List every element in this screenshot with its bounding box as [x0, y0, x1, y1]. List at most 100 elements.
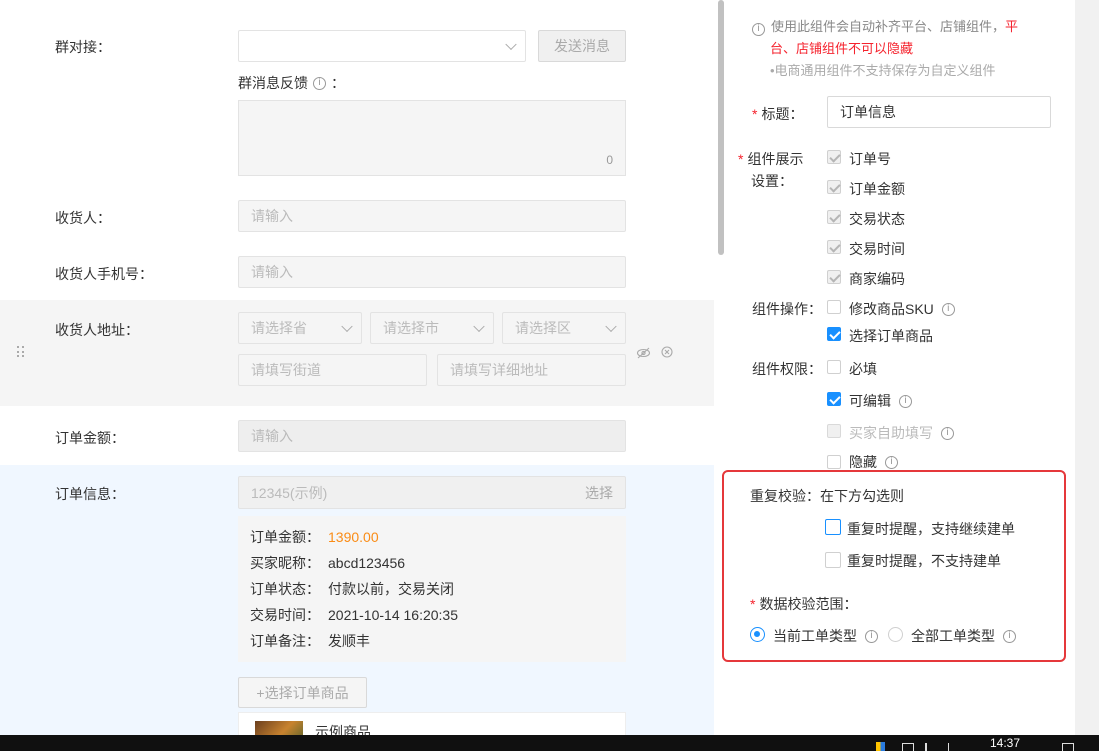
buyer-self-fill-label: 买家自助填写 i	[849, 423, 954, 443]
display-order-amount-label: 订单金额	[849, 181, 905, 197]
display-order-no-checkbox[interactable]	[827, 150, 841, 164]
eye-off-icon[interactable]	[636, 346, 651, 360]
dup-block-checkbox[interactable]	[825, 552, 841, 568]
detail-key: 订单状态：	[250, 581, 320, 597]
display-merchant-code-label: 商家编码	[849, 271, 905, 287]
goods-item: 示例商品	[238, 712, 626, 735]
scope-current-text: 当前工单类型	[773, 628, 857, 644]
display-trade-status-checkbox[interactable]	[827, 210, 841, 224]
scope-label: * 数据校验范围：	[750, 594, 857, 614]
select-order-goods-button[interactable]: +选择订单商品	[238, 677, 367, 708]
hidden-label: 隐藏 i	[849, 455, 898, 469]
select-order-goods-label: 选择订单商品	[849, 328, 933, 344]
scope-current-label: 当前工单类型 i	[773, 626, 878, 646]
chevron-down-icon	[505, 38, 517, 51]
scope-all-label: 全部工单类型 i	[911, 626, 1016, 646]
title-label: * 标题：	[752, 104, 803, 124]
info-icon[interactable]: i	[885, 455, 898, 469]
group-feedback-text: 群消息反馈	[238, 75, 308, 91]
receiver-input[interactable]: 请输入	[238, 200, 626, 232]
display-label-text-1: 组件展示	[747, 151, 804, 167]
send-message-button[interactable]: 发送消息	[538, 30, 626, 62]
order-detail-row: 交易时间： 2021-10-14 16:20:35	[250, 602, 458, 628]
group-feedback-textarea[interactable]: 0	[238, 100, 626, 176]
clock-time[interactable]: 14:37	[990, 736, 1020, 750]
order-select-link[interactable]: 选择	[585, 483, 613, 503]
windows-logo-icon[interactable]	[876, 742, 885, 751]
drag-handle-icon[interactable]	[17, 346, 25, 358]
goods-thumbnail	[255, 721, 303, 735]
detail-value: 2021-10-14 16:20:35	[328, 607, 458, 623]
detail-key: 买家昵称：	[250, 555, 320, 571]
dup-hint: 在下方勾选则	[820, 488, 904, 504]
dup-allow-checkbox[interactable]	[825, 519, 841, 535]
province-select[interactable]: 请选择省	[238, 312, 362, 344]
info-icon[interactable]: i	[941, 302, 955, 316]
hidden-checkbox[interactable]	[827, 455, 841, 469]
form-scrollbar[interactable]	[718, 0, 724, 255]
receiver-phone-input[interactable]: 请输入	[238, 256, 626, 288]
group-feedback-label: 群消息反馈 i ：	[238, 73, 345, 93]
order-amount-input[interactable]: 请输入	[238, 420, 626, 452]
display-order-no-label: 订单号	[849, 151, 891, 167]
select-order-goods-checkbox[interactable]	[827, 327, 841, 341]
buyer-self-fill-checkbox[interactable]	[827, 424, 841, 438]
required-checkbox[interactable]	[827, 360, 841, 374]
notification-icon[interactable]	[1062, 743, 1074, 751]
perm-label: 组件权限：	[752, 361, 822, 377]
street-input[interactable]: 请填写街道	[238, 354, 427, 386]
group-select[interactable]	[238, 30, 526, 62]
city-select-text: 请选择市	[383, 320, 439, 336]
display-trade-time-checkbox[interactable]	[827, 240, 841, 254]
notice-line-2: •电商通用组件不支持保存为自定义组件	[770, 63, 996, 78]
detail-value: 付款以前，交易关闭	[328, 581, 454, 597]
city-select[interactable]: 请选择市	[370, 312, 494, 344]
detail-key: 订单金额：	[250, 529, 320, 545]
display-label-text-2: 设置：	[751, 173, 793, 189]
goods-name: 示例商品	[315, 724, 371, 735]
order-info-label: 订单信息：	[55, 486, 125, 502]
dup-label-row: 重复校验：在下方勾选则	[750, 486, 904, 506]
group-connect-label: 群对接：	[55, 39, 111, 55]
settings-panel: i 使用此组件会自动补齐平台、店铺组件，平 台、店铺组件不可以隐藏 •电商通用组件…	[722, 0, 1075, 735]
info-icon[interactable]: i	[899, 394, 912, 408]
info-icon[interactable]: i	[865, 629, 878, 643]
editable-checkbox[interactable]	[827, 392, 841, 406]
outer-scroll-gutter	[1075, 0, 1099, 735]
notice-red-text: 平	[1005, 19, 1019, 34]
remove-circle-icon[interactable]	[661, 346, 673, 358]
modify-sku-checkbox[interactable]	[827, 300, 841, 314]
scope-all-text: 全部工单类型	[911, 628, 995, 644]
tray-icon[interactable]	[902, 743, 914, 751]
speaker-icon[interactable]	[925, 743, 935, 751]
chevron-down-icon	[605, 320, 617, 333]
order-detail-row: 订单备注： 发顺丰	[250, 628, 458, 654]
display-order-amount-checkbox[interactable]	[827, 180, 841, 194]
modify-sku-text: 修改商品SKU	[849, 301, 934, 317]
detail-key: 交易时间：	[250, 607, 320, 623]
order-detail-list: 订单金额： 1390.00 买家昵称： abcd123456 订单状态： 付款以前，交…	[250, 524, 458, 654]
chevron-down-icon	[473, 320, 485, 333]
display-merchant-code-checkbox[interactable]	[827, 270, 841, 284]
scope-all-radio[interactable]	[888, 627, 903, 642]
title-input[interactable]: 订单信息	[827, 96, 1051, 128]
required-mark: *	[752, 106, 758, 122]
order-detail-row: 买家昵称： abcd123456	[250, 550, 458, 576]
receiver-phone-label: 收货人手机号：	[55, 266, 153, 282]
editable-text: 可编辑	[849, 393, 891, 409]
district-select-text: 请选择区	[515, 320, 571, 336]
info-icon[interactable]: i	[1003, 629, 1016, 643]
info-icon[interactable]: i	[941, 426, 954, 440]
info-icon[interactable]: i	[313, 76, 326, 90]
hidden-text: 隐藏	[849, 455, 877, 469]
order-detail-card: 订单金额： 1390.00 买家昵称： abcd123456 订单状态： 付款以前，交…	[238, 516, 626, 662]
order-number-input[interactable]: 12345(示例) 选择	[238, 476, 626, 509]
display-label-line1: * 组件展示	[738, 148, 803, 170]
scope-label-text: 数据校验范围：	[759, 596, 858, 612]
ops-label: 组件操作：	[752, 301, 822, 317]
district-select[interactable]: 请选择区	[502, 312, 626, 344]
detail-address-input[interactable]: 请填写详细地址	[437, 354, 626, 386]
order-amount-label: 订单金额：	[55, 430, 125, 446]
network-icon[interactable]	[948, 743, 956, 751]
scope-current-radio[interactable]	[750, 627, 765, 642]
